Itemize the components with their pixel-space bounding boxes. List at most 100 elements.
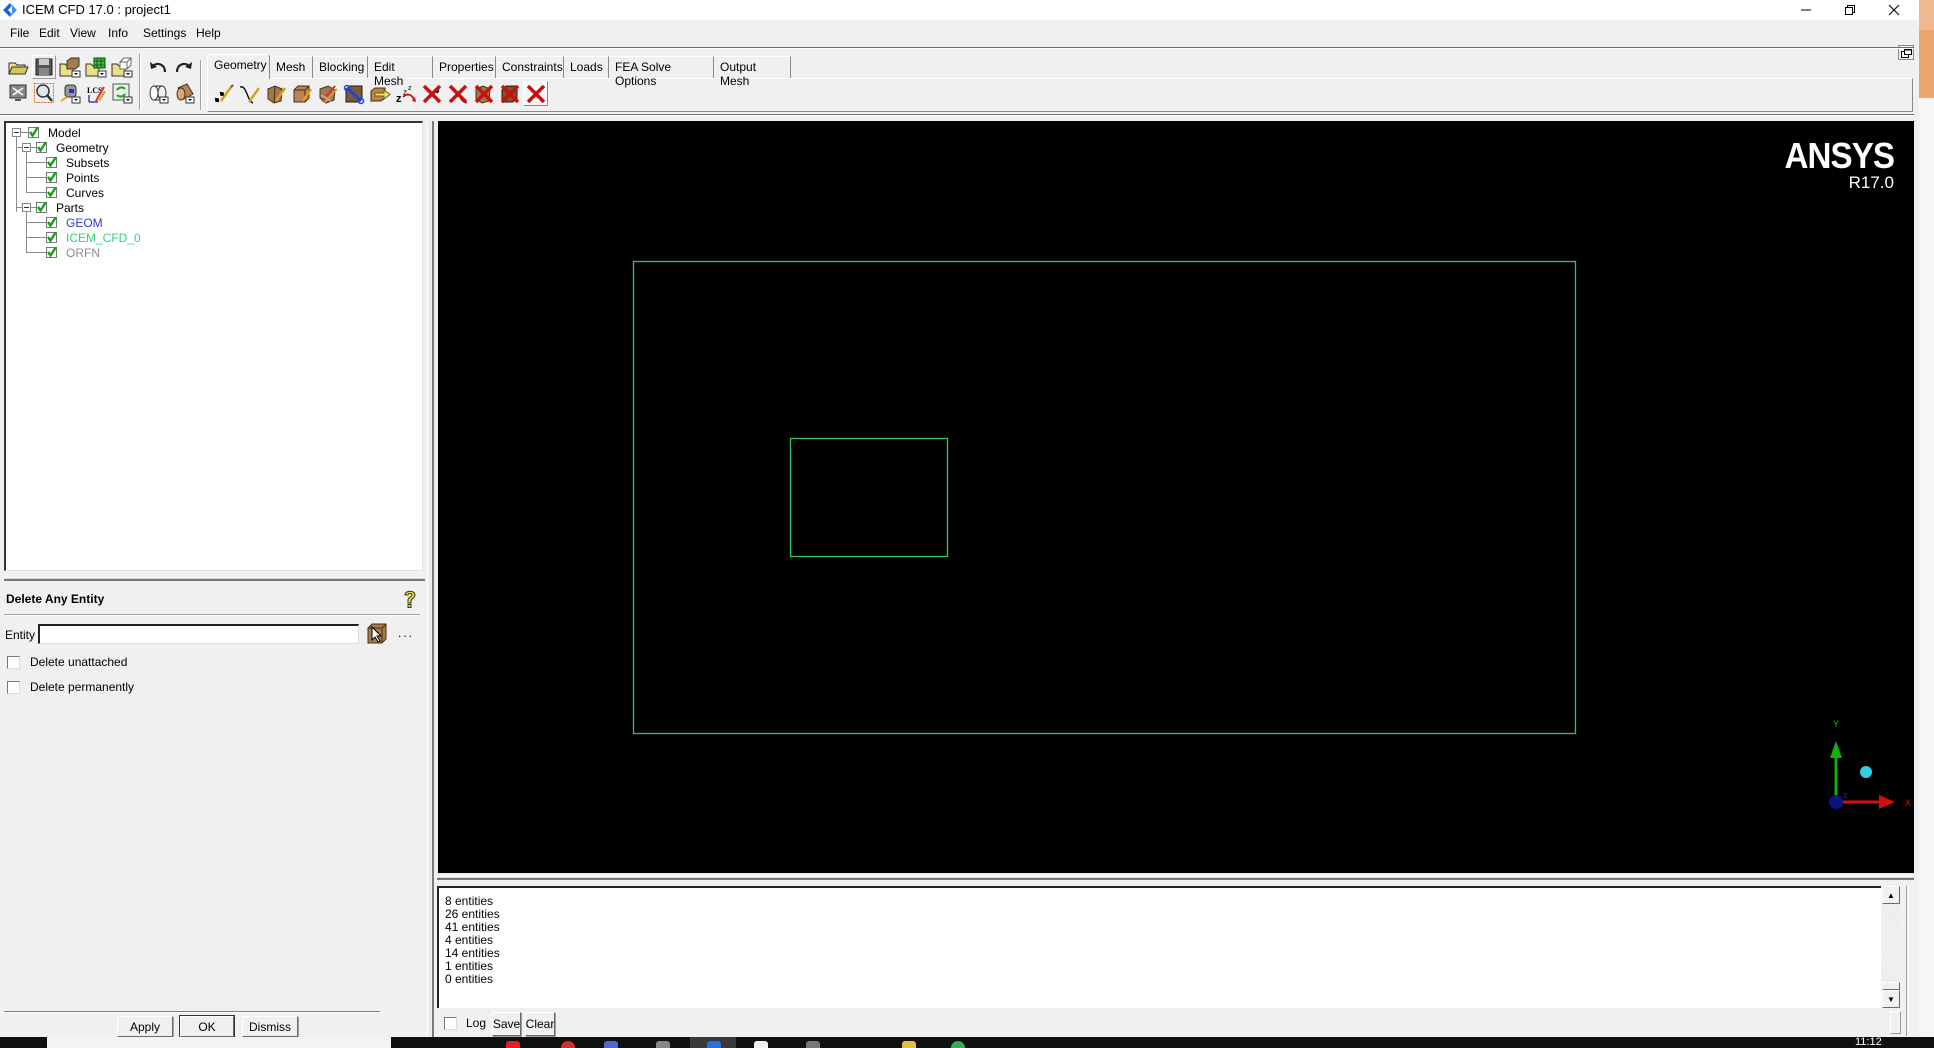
collapse-geometry-toggle[interactable] [22, 143, 31, 152]
open-blocking-button[interactable] [110, 55, 134, 79]
checkbox-checked-icon[interactable] [28, 127, 39, 138]
zoom-box-button[interactable] [32, 81, 56, 105]
tree-item-model[interactable]: Model [28, 125, 81, 140]
log-scrollbar[interactable]: ▲ ▼ [1882, 886, 1900, 1008]
taskbar-app-icon[interactable] [902, 1041, 916, 1048]
viewport-log-splitter[interactable] [437, 876, 1914, 880]
restore-dormant-button[interactable]: zzz [394, 82, 418, 106]
entity-input[interactable] [38, 624, 359, 644]
checkbox-checked-icon[interactable] [46, 172, 57, 183]
tab-mesh[interactable]: Mesh [270, 56, 313, 78]
tree-item-subsets[interactable]: Subsets [46, 155, 109, 170]
left-panel-splitter[interactable] [427, 121, 434, 1037]
taskbar-app-icon[interactable] [604, 1041, 618, 1048]
tab-fea-solve-options[interactable]: FEA Solve Options [609, 56, 714, 88]
menu-file[interactable]: File [10, 26, 29, 40]
taskbar-app-icon[interactable] [806, 1041, 820, 1048]
faceted-geometry-button[interactable] [316, 82, 340, 106]
create-body-button[interactable] [290, 82, 314, 106]
dismiss-button[interactable]: Dismiss [242, 1016, 298, 1037]
checkbox-checked-icon[interactable] [46, 187, 57, 198]
repair-geometry-button[interactable] [342, 82, 366, 106]
entity-more-button[interactable]: ... [398, 626, 414, 640]
log-checkbox[interactable] [444, 1016, 457, 1030]
clear-log-button[interactable]: Clear [525, 1012, 555, 1036]
delete-surface-button[interactable] [472, 82, 496, 106]
solid-button[interactable] [172, 81, 196, 105]
delete-body-button[interactable] [498, 82, 522, 106]
tab-loads[interactable]: Loads [564, 56, 609, 78]
checkbox-checked-icon[interactable] [36, 202, 47, 213]
delete-permanently-checkbox[interactable] [7, 680, 20, 694]
checkbox-checked-icon[interactable] [36, 142, 47, 153]
checkbox-checked-icon[interactable] [46, 232, 57, 243]
tab-edit-mesh[interactable]: Edit Mesh [368, 56, 433, 88]
menu-settings[interactable]: Settings [143, 26, 186, 40]
save-project-button[interactable] [32, 55, 56, 79]
save-log-button[interactable]: Save [492, 1012, 521, 1036]
taskbar-app-icon[interactable] [754, 1041, 768, 1048]
delete-unattached-checkbox[interactable] [7, 655, 20, 669]
inner-rectangle-curves[interactable] [789, 437, 949, 558]
apply-button[interactable]: Apply [117, 1016, 173, 1037]
checkbox-checked-icon[interactable] [46, 157, 57, 168]
checkbox-checked-icon[interactable] [46, 217, 57, 228]
delete-curve-button[interactable] [446, 82, 470, 106]
open-geometry-button[interactable] [58, 55, 82, 79]
tree-item-geometry[interactable]: Geometry [36, 140, 109, 155]
scroll-down-button[interactable]: ▼ [1882, 990, 1900, 1008]
wireframe-button[interactable] [146, 81, 170, 105]
local-coordinate-system-button[interactable]: LCS [84, 81, 108, 105]
scroll-up-button[interactable]: ▲ [1882, 886, 1900, 904]
create-surface-button[interactable] [264, 82, 288, 106]
tree-item-parts[interactable]: Parts [36, 200, 84, 215]
taskbar-icem-icon[interactable] [707, 1041, 721, 1048]
model-tree[interactable]: Model Geometry Subsets Points Curves Par… [4, 121, 423, 571]
help-question-icon[interactable] [402, 589, 418, 609]
close-button[interactable] [1872, 0, 1916, 20]
delete-unattached-option[interactable]: Delete unattached [7, 655, 127, 669]
taskbar-app-icon[interactable] [656, 1041, 670, 1048]
delete-any-entity-button[interactable] [523, 81, 548, 106]
tab-blocking[interactable]: Blocking [313, 56, 368, 78]
taskbar-search-box[interactable] [47, 1037, 391, 1048]
taskbar-app-icon[interactable] [561, 1041, 575, 1048]
menu-info[interactable]: Info [108, 26, 128, 40]
transform-geometry-button[interactable] [368, 82, 392, 106]
undo-button[interactable] [146, 55, 170, 79]
tab-geometry[interactable]: Geometry [207, 54, 270, 79]
geometry-canvas[interactable]: Y X Z [438, 121, 1914, 873]
menu-view[interactable]: View [70, 26, 96, 40]
taskbar-app-icon[interactable] [506, 1041, 520, 1048]
redo-button[interactable] [172, 55, 196, 79]
delete-point-button[interactable] [420, 82, 444, 106]
minimize-button[interactable] [1784, 0, 1828, 20]
tree-item-part-orfn[interactable]: ORFN [46, 245, 100, 260]
message-log[interactable]: 8 entities 26 entities 41 entities 4 ent… [437, 886, 1881, 1008]
scroll-thumb[interactable] [1882, 982, 1900, 990]
tree-item-part-geom[interactable]: GEOM [46, 215, 103, 230]
create-curve-button[interactable] [238, 82, 262, 106]
checkbox-checked-icon[interactable] [46, 247, 57, 258]
tree-panel-splitter[interactable] [4, 577, 425, 581]
menu-edit[interactable]: Edit [39, 26, 60, 40]
size-grip[interactable] [1890, 1011, 1901, 1034]
tab-properties[interactable]: Properties [433, 56, 496, 78]
fit-window-button[interactable] [6, 81, 30, 105]
restore-button[interactable] [1828, 0, 1872, 20]
graphics-viewport[interactable]: Y X Z ANSYS R17.0 [438, 121, 1914, 873]
open-project-button[interactable] [6, 55, 30, 79]
ok-button[interactable]: OK [179, 1015, 235, 1038]
select-entity-icon[interactable] [366, 623, 388, 645]
outer-rectangle-curves[interactable] [632, 260, 1577, 735]
create-point-button[interactable] [212, 82, 236, 106]
delete-permanently-option[interactable]: Delete permanently [7, 680, 134, 694]
tree-item-points[interactable]: Points [46, 170, 99, 185]
measure-button[interactable] [58, 81, 82, 105]
taskbar-app-icon[interactable] [951, 1041, 965, 1048]
log-toggle[interactable]: Log [444, 1016, 486, 1030]
collapse-model-toggle[interactable] [12, 128, 21, 137]
collapse-parts-toggle[interactable] [22, 203, 31, 212]
tree-item-part-icem-cfd-0[interactable]: ICEM_CFD_0 [46, 230, 141, 245]
refresh-button[interactable] [110, 81, 134, 105]
